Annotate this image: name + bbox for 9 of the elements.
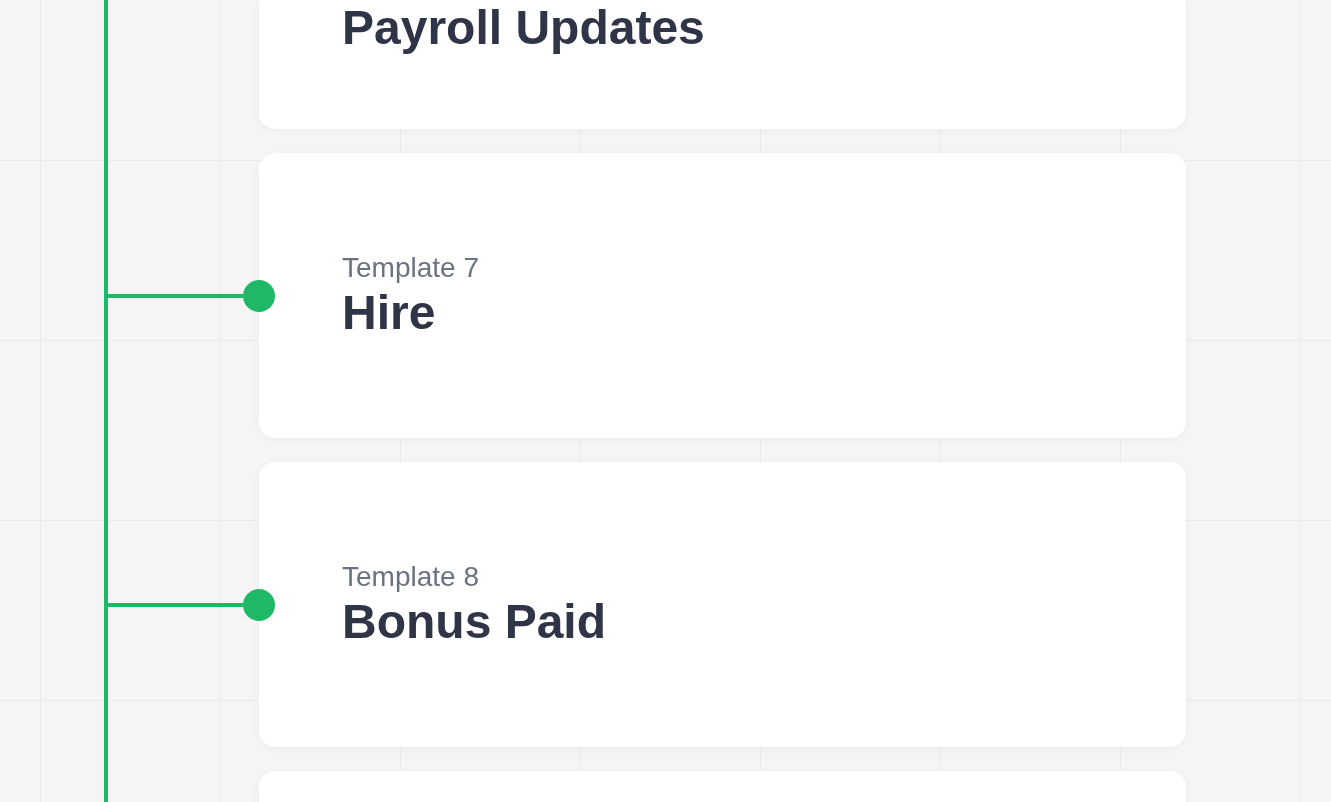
template-card[interactable]: Template 8 Bonus Paid [259,462,1186,747]
template-card[interactable] [259,771,1186,802]
template-card[interactable]: Template 7 Hire [259,153,1186,438]
template-title: Bonus Paid [342,593,608,650]
template-title: Hire [342,284,437,341]
template-label: Template 8 [342,559,480,594]
template-title: Payroll Updates [342,0,706,56]
template-label: Template 7 [342,250,480,285]
template-card[interactable]: Payroll Updates [259,0,1186,129]
